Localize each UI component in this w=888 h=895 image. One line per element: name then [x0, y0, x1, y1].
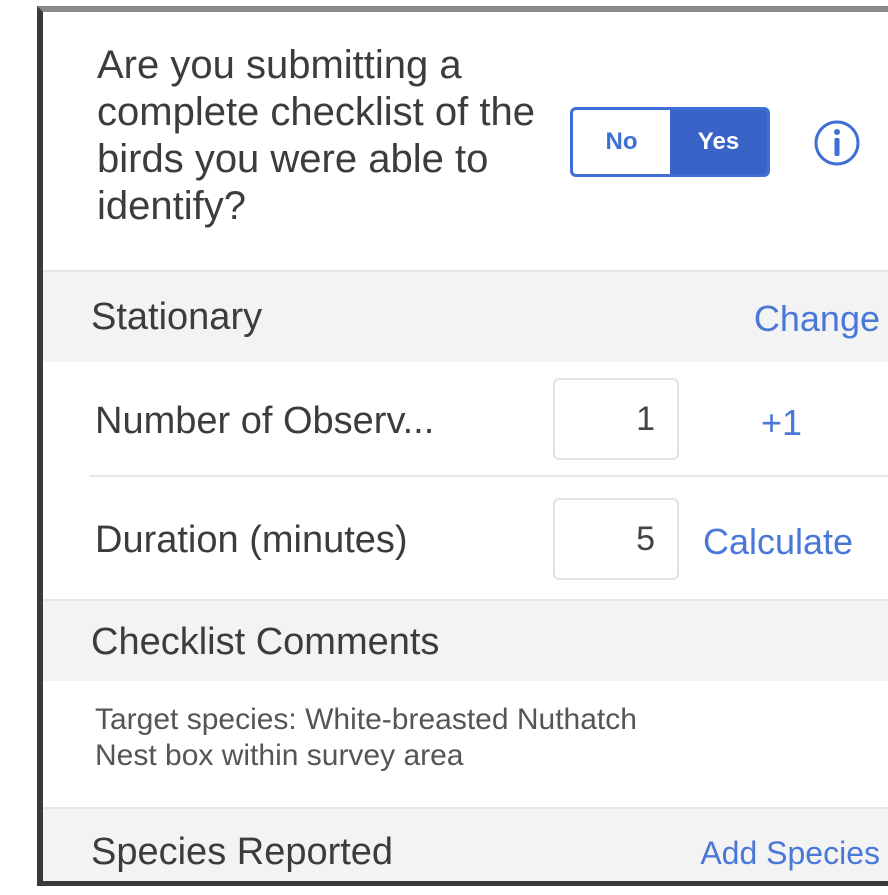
complete-checklist-toggle[interactable]: No Yes: [570, 107, 770, 177]
comment-line: Target species: White-breasted Nuthatch: [95, 703, 637, 736]
toggle-yes-option[interactable]: Yes: [670, 110, 767, 174]
observers-input[interactable]: 1: [553, 378, 679, 460]
info-icon[interactable]: [813, 119, 861, 167]
row-divider: [89, 475, 888, 477]
duration-label: Duration (minutes): [95, 519, 408, 561]
change-protocol-link[interactable]: Change: [754, 298, 880, 340]
calculate-duration-link[interactable]: Calculate: [703, 521, 853, 563]
observers-increment-button[interactable]: +1: [761, 402, 802, 444]
checklist-comments-text[interactable]: Target species: White-breasted Nuthatch …: [95, 702, 875, 774]
comment-line: Nest box within survey area: [95, 739, 464, 772]
toggle-no-option[interactable]: No: [573, 110, 670, 174]
comments-section-bar: Checklist Comments: [43, 599, 888, 681]
duration-input[interactable]: 5: [553, 498, 679, 580]
add-species-link[interactable]: Add Species: [700, 835, 880, 872]
protocol-section-bar: Stationary Change: [43, 270, 888, 362]
comments-title: Checklist Comments: [91, 621, 440, 663]
protocol-title: Stationary: [91, 296, 263, 338]
checklist-panel: Are you submitting a complete checklist …: [37, 6, 888, 886]
species-section-bar: Species Reported Add Species: [43, 807, 888, 881]
species-title: Species Reported: [91, 831, 394, 873]
complete-checklist-question: Are you submitting a complete checklist …: [97, 43, 535, 228]
observers-label: Number of Observ...: [95, 400, 435, 442]
